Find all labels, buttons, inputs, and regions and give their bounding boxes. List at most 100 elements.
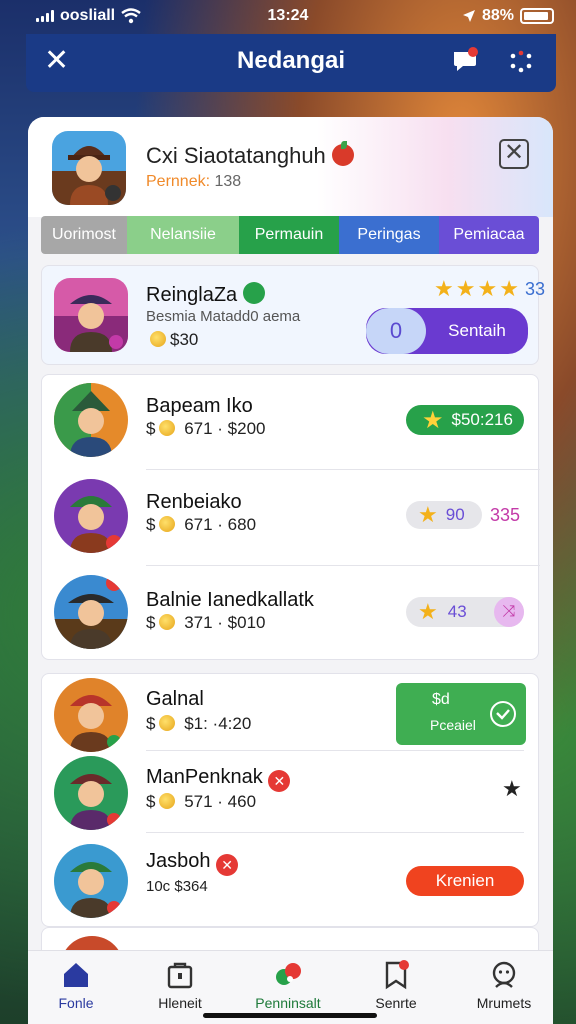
featured-name: ReinglaZa: [146, 282, 265, 307]
list-prefix: $: [146, 419, 156, 438]
star-icon: ★: [434, 276, 454, 301]
list-range-value: $364: [174, 878, 208, 895]
star-icon: ★: [422, 406, 444, 434]
profile-header: Cxi Siaotatanghuh Pernnek: 138 ✕: [28, 117, 553, 217]
score-text: 43: [447, 602, 467, 621]
score-pill[interactable]: ★ 43 ⤨: [406, 597, 524, 627]
list-range-value: $1: ·4:20: [184, 714, 252, 733]
more-dots-icon[interactable]: [506, 48, 536, 78]
divider: [146, 832, 524, 833]
featured-name-text: ReinglaZa: [146, 284, 238, 306]
list-range: $ 671 · $200: [146, 419, 266, 439]
divider: [146, 469, 540, 470]
list-prefix: $: [146, 714, 156, 733]
home-icon: [64, 963, 88, 987]
main-panel: Cxi Siaotatanghuh Pernnek: 138 ✕ Uorimos…: [28, 117, 553, 1024]
star-icon[interactable]: ★: [502, 776, 522, 802]
battery-percent: 88%: [481, 7, 514, 24]
score-text: $50:216: [451, 410, 513, 429]
score-pill[interactable]: ★ $50:216: [406, 405, 524, 435]
divider: [146, 565, 540, 566]
nav-bag[interactable]: Hleneit: [140, 959, 220, 1011]
list-name: Renbeiako: [146, 491, 242, 513]
nav-label: Hleneit: [158, 995, 202, 1011]
error-badge-icon: ✕: [216, 854, 239, 876]
claim-bottom: Pceaiel: [430, 717, 476, 733]
action-button[interactable]: Krenien: [406, 866, 524, 896]
list-range: $ $1: ·4:20: [146, 714, 251, 734]
list-name: Jasboh ✕: [146, 850, 239, 876]
featured-sub: Besmia Matadd0 aema: [146, 308, 301, 325]
profile-name: Cxi Siaotatanghuh: [146, 141, 354, 169]
rating-value: 33: [524, 278, 545, 299]
rating: ★ ★ ★ ★ 33: [434, 278, 545, 300]
tab-0[interactable]: Uorimost: [41, 216, 127, 254]
apple-badge-icon: [331, 141, 354, 166]
puzzle-icon: [276, 963, 301, 985]
status-bar: oosliall 13:24 88%: [0, 0, 576, 34]
list-prefix: $: [146, 613, 156, 632]
nav-label: Mrumets: [476, 995, 532, 1011]
featured-card[interactable]: ReinglaZa Besmia Matadd0 aema $30 ★ ★ ★ ★ 3…: [41, 265, 545, 365]
bookmark-icon: [385, 960, 409, 990]
score-pill[interactable]: ★ 90: [406, 501, 482, 529]
list-avatar[interactable]: [54, 678, 128, 752]
tab-2[interactable]: Permauin: [239, 216, 339, 254]
error-badge-icon: ✕: [268, 770, 291, 792]
star-icon: ★: [499, 276, 519, 301]
list-range: $ 571 · 460: [146, 792, 256, 812]
nav-bookmark[interactable]: Senrte: [356, 959, 436, 1011]
list-card-2: Galnal $ $1: ·4:20 $d Pceaiel ManPenknak…: [41, 673, 539, 927]
list-name-text: ManPenknak: [146, 766, 263, 788]
featured-price: $30: [146, 330, 198, 350]
list-range: $ 371 · $010: [146, 613, 266, 633]
list-range: $ 671 · 680: [146, 515, 256, 535]
coin-icon: [159, 715, 176, 731]
featured-price-value: $30: [170, 330, 199, 349]
tab-3[interactable]: Peringas: [339, 216, 439, 254]
list-name-text: Jasboh: [146, 850, 211, 872]
list-range: 10c $364: [146, 878, 208, 895]
profile-sub-value: 138: [214, 173, 242, 190]
list-prefix: $: [146, 515, 156, 534]
featured-action[interactable]: 0 Sentaih: [366, 308, 528, 354]
featured-button-label: Sentaih: [448, 321, 506, 340]
list-range-value: 371 · $010: [184, 613, 266, 632]
close-box-icon[interactable]: ✕: [499, 139, 529, 169]
profile-sub: Pernnek: 138: [146, 173, 241, 191]
claim-button[interactable]: $d Pceaiel: [396, 683, 526, 745]
chat-notification-icon[interactable]: [450, 46, 480, 76]
battery-icon: [520, 8, 554, 24]
list-avatar[interactable]: [54, 479, 128, 553]
nav-person[interactable]: Mrumets: [464, 959, 544, 1011]
list-avatar[interactable]: [54, 383, 128, 457]
list-name: Galnal: [146, 688, 204, 710]
gift-badge-icon: [242, 282, 265, 304]
nav-puzzle[interactable]: Penninsalt: [248, 959, 328, 1011]
list-name: ManPenknak ✕: [146, 766, 291, 792]
tab-1[interactable]: Nelansiie: [127, 216, 239, 254]
tab-4[interactable]: Pemiacaa: [439, 216, 539, 254]
nav-label: Senrte: [375, 995, 417, 1011]
list-name: Balnie Ianedkallatk: [146, 589, 314, 611]
coin-icon: [150, 331, 166, 347]
star-icon: ★: [477, 276, 498, 301]
toggle-value: 0: [366, 308, 426, 354]
featured-avatar: [54, 278, 128, 352]
list-card-1: Bapeam Iko $ 671 · $200 ★ $50:216 Renbeia…: [41, 374, 540, 660]
bag-icon: [167, 962, 193, 989]
list-avatar[interactable]: [54, 844, 128, 918]
score-text: 90: [445, 505, 465, 524]
shuffle-icon: ⤨: [494, 597, 524, 627]
list-range-value: 671 · $200: [184, 419, 266, 438]
profile-name-text: Cxi Siaotatanghuh: [146, 143, 326, 168]
nav-label: Fonle: [58, 995, 94, 1011]
nav-home[interactable]: Fonle: [36, 959, 116, 1011]
profile-avatar[interactable]: [52, 131, 126, 205]
list-prefix: 10c: [146, 878, 171, 895]
list-avatar[interactable]: [54, 575, 128, 649]
claim-top: $d: [432, 691, 450, 708]
list-avatar[interactable]: [54, 756, 128, 830]
star-icon: ★: [455, 276, 476, 301]
app-header: ✕ Nedangai: [26, 34, 556, 92]
